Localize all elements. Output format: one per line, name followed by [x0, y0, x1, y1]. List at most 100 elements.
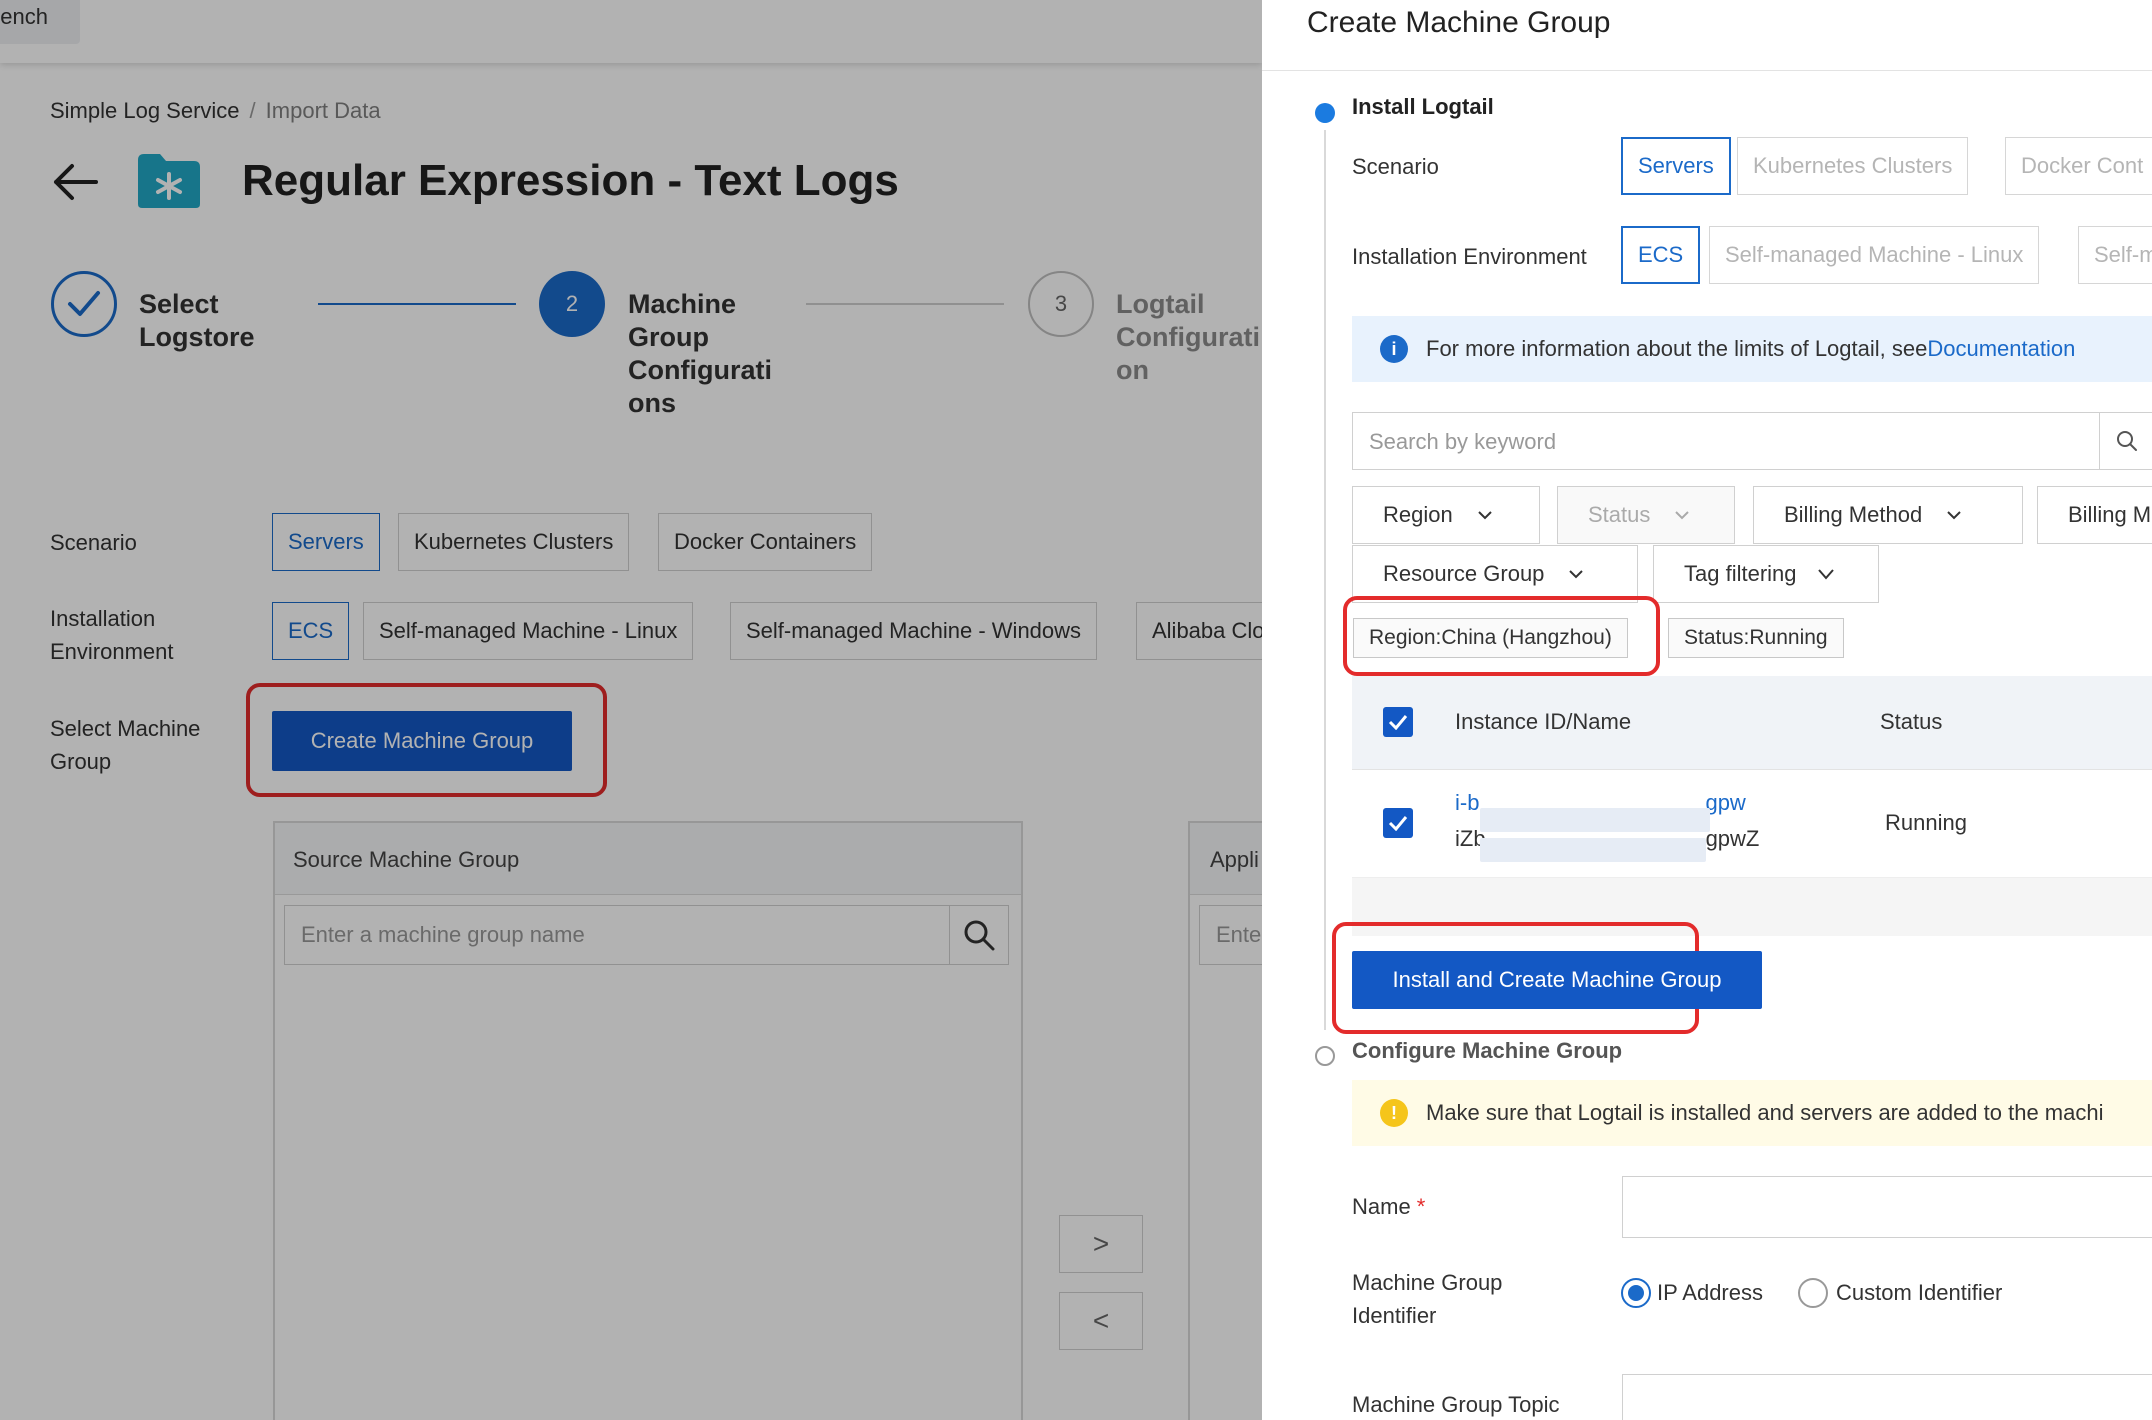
source-search-button[interactable]	[949, 905, 1009, 965]
top-tab[interactable]: bench	[0, 0, 80, 44]
move-left-button[interactable]: <	[1059, 1292, 1143, 1350]
column-status: Status	[1880, 709, 1943, 734]
instance-search-button[interactable]	[2099, 412, 2152, 470]
filter-region[interactable]: Region	[1352, 486, 1540, 544]
chevron-right-icon: >	[1092, 1228, 1110, 1259]
row-checkbox[interactable]	[1383, 808, 1413, 838]
applied-panel-title: Appli	[1190, 823, 1262, 895]
column-instance-id: Instance ID/Name	[1455, 709, 1632, 734]
radio-ip-address-label: IP Address	[1657, 1280, 1763, 1305]
step-configure-dot	[1315, 1046, 1335, 1066]
search-icon	[2117, 431, 2137, 451]
source-machine-group-panel: Source Machine Group Enter a machine gro…	[273, 821, 1023, 1420]
step-2-label: Machine Group Configurati ons	[628, 289, 772, 418]
filter-billing-m[interactable]: Billing M	[2037, 486, 2152, 544]
active-tag-status[interactable]: Status:Running	[1668, 618, 1844, 658]
chevron-down-icon	[1569, 570, 1584, 579]
logtail-warning: ! Make sure that Logtail is installed an…	[1352, 1080, 2152, 1146]
warning-icon: !	[1380, 1099, 1408, 1127]
scenario-label: Scenario	[50, 530, 137, 555]
breadcrumb-root[interactable]: Simple Log Service	[50, 98, 240, 123]
name-input[interactable]	[1622, 1176, 2152, 1238]
table-row: i-b gpw iZb gpwZ Running	[1352, 770, 2152, 878]
chevron-down-icon	[1675, 511, 1690, 520]
step-connector-2	[806, 303, 1004, 305]
env-linux[interactable]: Self-managed Machine - Linux	[363, 602, 694, 660]
check-icon	[1388, 816, 1408, 831]
warning-text: Make sure that Logtail is installed and …	[1426, 1100, 2104, 1125]
install-and-create-button[interactable]: Install and Create Machine Group	[1352, 951, 1762, 1009]
filter-billing-method-label: Billing Method	[1784, 502, 1923, 527]
instance-id-suffix: gpw	[1705, 790, 1746, 815]
instance-name-suffix: gpwZ	[1705, 826, 1760, 851]
create-machine-group-button[interactable]: Create Machine Group	[272, 711, 572, 771]
name-label-text: Name	[1352, 1194, 1411, 1219]
filter-status[interactable]: Status	[1557, 486, 1735, 544]
radio-custom-identifier[interactable]	[1798, 1278, 1828, 1308]
scenario-docker[interactable]: Docker Containers	[658, 513, 873, 571]
chevron-down-icon	[1478, 511, 1492, 520]
instance-search-input[interactable]: Search by keyword	[1352, 412, 2100, 470]
step-connector-1	[318, 303, 516, 305]
back-arrow-icon[interactable]	[50, 160, 98, 204]
applied-search-input[interactable]: Ente	[1199, 905, 1262, 965]
scenario-servers[interactable]: Servers	[272, 513, 380, 571]
top-bar: bench	[0, 0, 1262, 63]
configure-machine-group-title: Configure Machine Group	[1352, 1038, 1623, 1063]
radio-ip-address[interactable]	[1621, 1278, 1651, 1308]
source-panel-title: Source Machine Group	[275, 823, 1021, 895]
drawer-header-divider	[1262, 70, 2152, 71]
scenario-kubernetes[interactable]: Kubernetes Clusters	[398, 513, 630, 571]
drawer-scenario-kubernetes[interactable]: Kubernetes Clusters	[1737, 137, 1969, 195]
filter-tag[interactable]: Tag filtering	[1653, 545, 1879, 603]
drawer-env-ecs[interactable]: ECS	[1621, 226, 1701, 284]
topic-label: Machine Group Topic	[1352, 1392, 1560, 1417]
filter-tag-label: Tag filtering	[1684, 561, 1797, 586]
name-label: Name *	[1352, 1190, 1425, 1223]
check-icon	[1388, 715, 1408, 730]
check-icon	[68, 291, 100, 316]
breadcrumb-separator: /	[249, 98, 256, 123]
chevron-down-icon	[1817, 569, 1834, 580]
applied-machine-group-panel: Appli Ente	[1188, 821, 1262, 1420]
select-all-checkbox[interactable]	[1383, 707, 1413, 737]
instance-table-header: Instance ID/Name Status	[1352, 676, 2152, 770]
drawer-scenario-label: Scenario	[1352, 154, 1439, 179]
env-ecs[interactable]: ECS	[272, 602, 350, 660]
step-install-dot	[1315, 103, 1335, 123]
active-tag-region[interactable]: Region:China (Hangzhou)	[1353, 618, 1628, 658]
filter-resource-group[interactable]: Resource Group	[1352, 545, 1638, 603]
required-mark: *	[1416, 1194, 1426, 1219]
env-windows[interactable]: Self-managed Machine - Windows	[730, 602, 1098, 660]
env-alibaba-cloud[interactable]: Alibaba Clo	[1136, 602, 1262, 660]
search-icon	[964, 920, 995, 951]
redacted-id	[1480, 808, 1710, 832]
step-1-circle	[51, 271, 117, 337]
timeline-line	[1324, 130, 1326, 1030]
drawer-installation-environment-label: Installation Environment	[1352, 244, 1587, 269]
step-3-circle: 3	[1028, 271, 1094, 337]
documentation-link[interactable]: Documentation	[1927, 336, 2075, 362]
source-search-input[interactable]: Enter a machine group name	[284, 905, 950, 965]
folder-star-icon	[138, 154, 200, 208]
chevron-left-icon: <	[1092, 1305, 1110, 1336]
drawer-scenario-docker[interactable]: Docker Cont	[2005, 137, 2152, 195]
chevron-down-icon	[1947, 511, 1961, 520]
step-1-label: Select Logstore	[139, 289, 255, 352]
drawer-scenario-servers[interactable]: Servers	[1621, 137, 1731, 195]
move-right-button[interactable]: >	[1059, 1215, 1143, 1273]
filter-billing-method[interactable]: Billing Method	[1753, 486, 2023, 544]
create-machine-group-drawer: Create Machine Group Install Logtail Sce…	[1262, 0, 2152, 1420]
info-icon: i	[1380, 335, 1408, 363]
topic-input[interactable]	[1622, 1374, 2152, 1420]
filter-region-label: Region	[1383, 502, 1453, 527]
filter-billing-m-label: Billing M	[2068, 502, 2152, 527]
redacted-name	[1480, 838, 1706, 862]
installation-environment-label: Installation Environment	[50, 606, 174, 664]
background-page: bench Simple Log Service / Import Data Reg…	[0, 0, 1262, 1420]
info-text: For more information about the limits of…	[1426, 336, 1928, 361]
drawer-env-linux[interactable]: Self-managed Machine - Linux	[1709, 226, 2040, 284]
drawer-env-other[interactable]: Self-m	[2078, 226, 2152, 284]
filter-status-label: Status	[1588, 502, 1651, 527]
select-machine-group-label: Select Machine Group	[50, 716, 201, 774]
